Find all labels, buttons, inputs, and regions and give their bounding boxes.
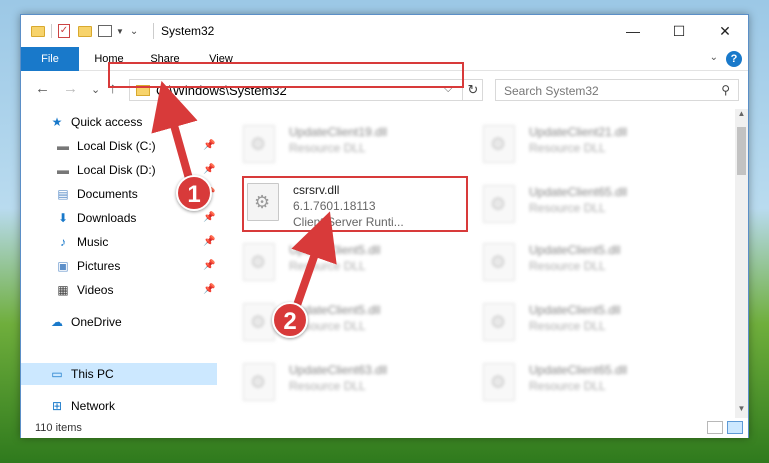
arrow-to-file xyxy=(291,211,337,310)
callout-1: 1 xyxy=(176,175,212,211)
annotation-arrows xyxy=(151,80,337,310)
callout-2: 2 xyxy=(272,302,308,338)
arrow-to-address-bar xyxy=(151,80,198,184)
